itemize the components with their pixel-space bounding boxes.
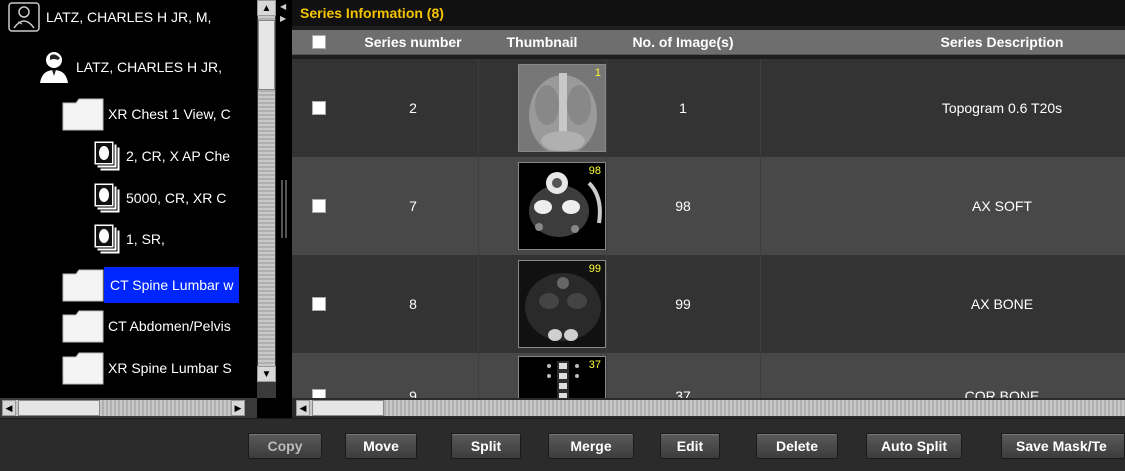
- tree-node-series[interactable]: 2, CR, X AP Che: [92, 139, 234, 173]
- delete-button[interactable]: Delete: [756, 433, 838, 459]
- series-description-cell: AX BONE: [970, 296, 1034, 312]
- series-row[interactable]: 9 37 37 COR BONE: [292, 353, 1125, 398]
- split-button[interactable]: Split: [451, 433, 521, 459]
- image-count-cell: 98: [675, 198, 691, 214]
- merge-button[interactable]: Merge: [548, 433, 634, 459]
- tree-node-label: CT Spine Lumbar w: [104, 267, 240, 303]
- tree-node-label: XR Chest 1 View, C: [108, 106, 231, 122]
- auto-split-button[interactable]: Auto Split: [866, 433, 962, 459]
- series-panel-title: Series Information (8): [292, 0, 1125, 26]
- tree-node-label: LATZ, CHARLES H JR,: [76, 59, 222, 75]
- tree-node-label: XR Spine Lumbar S: [108, 360, 232, 376]
- copy-button[interactable]: Copy: [248, 433, 322, 459]
- series-stack-icon: [92, 222, 122, 256]
- tree-node-series[interactable]: 5000, CR, XR C: [92, 181, 230, 215]
- tree-horizontal-scrollbar[interactable]: ◀ ▶: [0, 398, 257, 418]
- column-header-series-number[interactable]: Series number: [348, 30, 478, 54]
- thumbnail-image-count: 37: [588, 359, 601, 371]
- series-row[interactable]: 8 99 99 AX BONE: [292, 255, 1125, 353]
- tree-node-study[interactable]: CT Abdomen/Pelvis: [62, 309, 235, 343]
- series-number-cell: 9: [409, 388, 417, 398]
- scroll-up-icon[interactable]: ▲: [257, 0, 276, 16]
- column-header-thumbnail[interactable]: Thumbnail: [478, 30, 606, 54]
- tree-node-label: 5000, CR, XR C: [126, 190, 227, 206]
- row-checkbox[interactable]: [312, 101, 326, 115]
- series-description-cell: Topogram 0.6 T20s: [941, 100, 1063, 116]
- series-number-cell: 2: [409, 100, 417, 116]
- thumbnail-image-count: 99: [588, 263, 601, 275]
- collapse-right-icon[interactable]: ▶: [280, 14, 286, 23]
- scroll-right-icon[interactable]: ▶: [231, 400, 245, 416]
- series-horizontal-scrollbar[interactable]: ◀: [292, 398, 1125, 418]
- scroll-left-icon[interactable]: ◀: [2, 400, 16, 416]
- scroll-track[interactable]: [310, 400, 1125, 416]
- select-all-checkbox[interactable]: [312, 35, 326, 49]
- save-mask-button[interactable]: Save Mask/Te: [1001, 433, 1125, 459]
- image-count-cell: 99: [675, 296, 691, 312]
- series-stack-icon: [92, 181, 122, 215]
- series-thumbnail[interactable]: 98: [518, 162, 606, 250]
- row-checkbox[interactable]: [312, 297, 326, 311]
- series-description-cell: COR BONE: [964, 388, 1040, 398]
- image-count-cell: 37: [675, 388, 691, 398]
- scroll-left-icon[interactable]: ◀: [296, 400, 310, 416]
- divider-grip: [285, 180, 287, 238]
- image-count-cell: 1: [679, 100, 687, 116]
- thumbnail-image-count: 98: [588, 165, 601, 177]
- tree-vertical-scrollbar[interactable]: ▲ ▼: [257, 0, 276, 398]
- series-information-panel: Series Information (8) Series number Thu…: [292, 0, 1125, 418]
- scroll-down-icon[interactable]: ▼: [257, 366, 276, 382]
- series-number-cell: 8: [409, 296, 417, 312]
- tree-node-patient[interactable]: LATZ, CHARLES H JR, M,: [8, 0, 215, 34]
- study-tree-panel: LATZ, CHARLES H JR, M, LATZ, CHARLES H J…: [0, 0, 276, 418]
- tree-node-study[interactable]: XR Spine Lumbar S: [62, 351, 236, 385]
- series-number-cell: 7: [409, 198, 417, 214]
- series-stack-icon: [92, 139, 122, 173]
- person-icon: [36, 50, 72, 84]
- series-row[interactable]: 2 1 1 Topogram 0.6 T20s: [292, 59, 1125, 157]
- tree-node-study[interactable]: XR Chest 1 View, C: [62, 97, 235, 131]
- tree-node-study-selected[interactable]: CT Spine Lumbar w: [62, 265, 240, 305]
- tree-node-label: 2, CR, X AP Che: [126, 148, 231, 164]
- collapse-left-icon[interactable]: ◀: [280, 2, 286, 11]
- series-thumbnail[interactable]: 1: [518, 64, 606, 152]
- tree-node-label: 1, SR,: [126, 231, 165, 247]
- folder-icon: [62, 351, 104, 385]
- edit-button[interactable]: Edit: [660, 433, 720, 459]
- scroll-thumb[interactable]: [312, 400, 384, 416]
- thumbnail-image-count: 1: [594, 67, 601, 79]
- folder-icon: [62, 97, 104, 131]
- column-header-image-count[interactable]: No. of Image(s): [606, 30, 760, 54]
- column-header-series-description[interactable]: Series Description: [892, 30, 1112, 54]
- series-table-header: Series number Thumbnail No. of Image(s) …: [292, 30, 1125, 55]
- scroll-thumb[interactable]: [18, 400, 100, 416]
- row-checkbox[interactable]: [312, 199, 326, 213]
- folder-icon: [62, 309, 104, 343]
- divider-grip: [281, 180, 283, 238]
- patient-icon: [8, 2, 42, 32]
- tree-node-series[interactable]: 1, SR,: [92, 222, 169, 256]
- tree-node-label: CT Abdomen/Pelvis: [108, 318, 231, 334]
- study-tree: LATZ, CHARLES H JR, M, LATZ, CHARLES H J…: [0, 0, 257, 398]
- series-thumbnail[interactable]: 99: [518, 260, 606, 348]
- row-checkbox[interactable]: [312, 389, 326, 398]
- series-description-cell: AX SOFT: [972, 198, 1032, 214]
- series-thumbnail[interactable]: 37: [518, 356, 606, 398]
- tree-node-person[interactable]: LATZ, CHARLES H JR,: [36, 50, 226, 84]
- scroll-thumb[interactable]: [258, 20, 275, 90]
- move-button[interactable]: Move: [345, 433, 417, 459]
- folder-icon: [62, 268, 104, 302]
- series-row[interactable]: 7 98 98 AX SOFT: [292, 157, 1125, 255]
- action-button-bar: Copy Move Split Merge Edit Delete Auto S…: [0, 418, 1125, 471]
- tree-node-label: LATZ, CHARLES H JR, M,: [46, 9, 212, 25]
- split-pane-divider[interactable]: ◀ ▶: [276, 0, 292, 418]
